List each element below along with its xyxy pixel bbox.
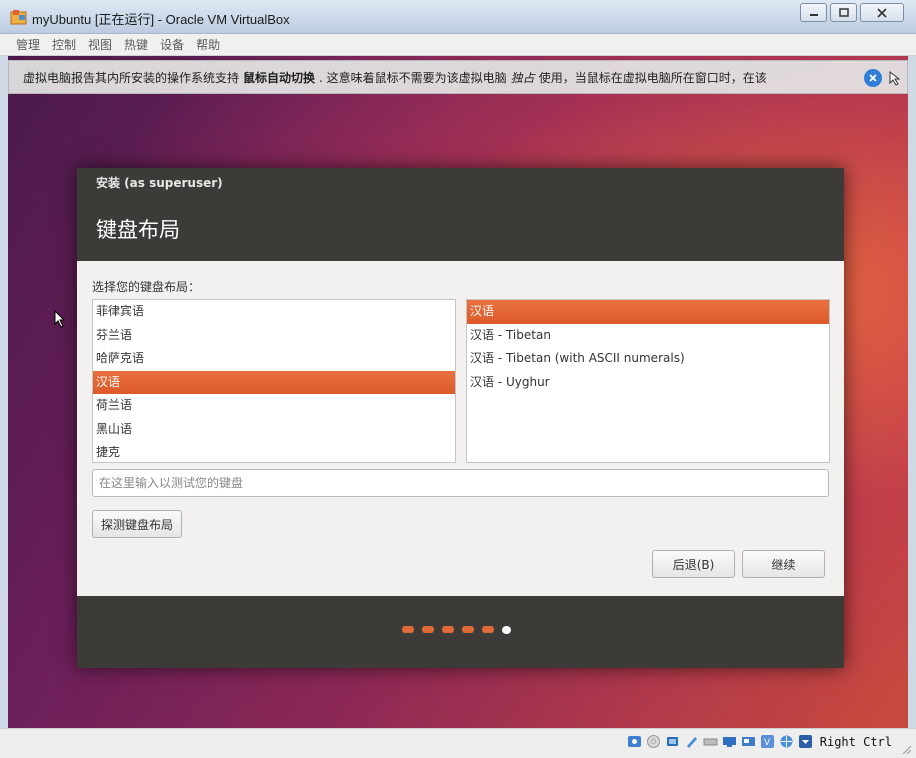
dialog-window-title: 安装 (as superuser) (96, 176, 223, 190)
maximize-icon (838, 8, 849, 17)
notification-text-before: 虚拟电脑报告其内所安装的操作系统支持 (23, 70, 240, 85)
status-bar: V Right Ctrl (0, 728, 916, 758)
window-titlebar[interactable]: myUbuntu [正在运行] - Oracle VM VirtualBox (0, 0, 916, 34)
window-title: myUbuntu [正在运行] - Oracle VM VirtualBox (32, 12, 290, 27)
audio-icon (666, 737, 678, 746)
host-key-label: Right Ctrl (819, 734, 892, 749)
detect-keyboard-layout-button[interactable]: 探测键盘布局 (92, 510, 182, 538)
choose-layout-label: 选择您的键盘布局： (92, 280, 201, 294)
variant-item[interactable]: 汉语 - Tibetan (with ASCII numerals) (467, 347, 829, 371)
mouse-integration-notification: 虚拟电脑报告其内所安装的操作系统支持 鼠标自动切换 . 这意味着鼠标不需要为该虚… (8, 60, 908, 94)
variant-item[interactable]: 汉语 (467, 300, 829, 324)
page-title: 键盘布局 (96, 218, 180, 242)
network-status-icon[interactable] (683, 733, 700, 750)
layout-item[interactable]: 荷兰语 (93, 394, 455, 418)
maximize-button[interactable] (830, 3, 857, 22)
notification-close-button[interactable] (864, 69, 882, 87)
optical-disc-icon (646, 735, 660, 748)
menu-item-view[interactable]: 视图 (86, 36, 114, 53)
layout-item[interactable]: 汉语 (93, 370, 455, 394)
layout-item[interactable]: 捷克 (93, 441, 455, 462)
progress-dot-completed (462, 626, 474, 633)
mouse-pointer-icon (889, 70, 900, 86)
layout-item[interactable]: 哈萨克语 (93, 347, 455, 371)
recording-status-icon[interactable]: V (759, 733, 776, 750)
optical-drive-status-icon[interactable] (645, 733, 662, 750)
network-icon (686, 737, 697, 748)
arrow-down-icon (798, 735, 812, 748)
virtualbox-app-icon (10, 10, 27, 25)
hard-disk-status-icon[interactable] (626, 733, 643, 750)
menu-item-control[interactable]: 控制 (50, 36, 78, 53)
usb-icon (703, 738, 718, 746)
progress-dot-current (502, 626, 511, 634)
keyboard-layout-list[interactable]: 菲律宾语 芬兰语 哈萨克语 汉语 荷兰语 黑山语 捷克 (92, 299, 456, 463)
installer-progress-dots (402, 626, 511, 634)
installer-dialog: 安装 (as superuser) 键盘布局 选择您的键盘布局： 菲律宾语 芬兰… (77, 168, 844, 668)
progress-dot-completed (482, 626, 494, 633)
globe-icon (780, 735, 793, 748)
guest-screen[interactable]: 虚拟电脑报告其内所安装的操作系统支持 鼠标自动切换 . 这意味着鼠标不需要为该虚… (8, 56, 908, 728)
resize-grip-icon[interactable] (902, 745, 912, 755)
shared-folders-status-icon[interactable] (721, 733, 738, 750)
close-button[interactable] (860, 3, 904, 22)
variant-item[interactable]: 汉语 - Tibetan (467, 324, 829, 348)
layout-item[interactable]: 芬兰语 (93, 324, 455, 348)
layout-item[interactable]: 黑山语 (93, 418, 455, 442)
continue-button[interactable]: 继续 (742, 550, 825, 578)
dialog-header: 安装 (as superuser) 键盘布局 (77, 168, 844, 261)
variant-item[interactable]: 汉语 - Uyghur (467, 371, 829, 395)
dialog-footer (77, 596, 844, 668)
mouse-integration-icon (886, 69, 903, 86)
hard-disk-icon (627, 736, 641, 747)
mouse-cursor-icon (54, 310, 66, 328)
minimize-button[interactable] (800, 3, 827, 22)
display-status-icon[interactable] (740, 733, 757, 750)
notification-emphasis-text: 独占 (510, 70, 535, 85)
keyboard-variant-list[interactable]: 汉语 汉语 - Tibetan 汉语 - Tibetan (with ASCII… (466, 299, 830, 463)
menu-bar: 管理 控制 视图 热键 设备 帮助 (0, 34, 916, 56)
menu-item-manage[interactable]: 管理 (14, 36, 42, 53)
menu-item-devices[interactable]: 设备 (158, 36, 186, 53)
notification-text-after: 使用，当鼠标在虚拟电脑所在窗口时，在该 (538, 70, 767, 85)
svg-text:V: V (764, 738, 771, 748)
shared-folder-icon (722, 737, 736, 747)
minimize-icon (809, 13, 818, 16)
close-icon (869, 74, 877, 82)
progress-dot-completed (422, 626, 434, 633)
usb-status-icon[interactable] (702, 733, 719, 750)
menu-item-help[interactable]: 帮助 (194, 36, 222, 53)
guest-additions-status-icon[interactable] (778, 733, 795, 750)
progress-dot-completed (442, 626, 454, 633)
virtualization-icon: V (760, 735, 774, 748)
host-key-status-icon[interactable] (797, 733, 814, 750)
progress-dot-completed (402, 626, 414, 633)
close-icon (877, 7, 887, 18)
layout-item[interactable]: 菲律宾语 (93, 300, 455, 324)
back-button[interactable]: 后退(B) (652, 550, 735, 578)
audio-status-icon[interactable] (664, 733, 681, 750)
notification-bold-text: 鼠标自动切换 (243, 70, 316, 85)
display-icon (741, 737, 755, 746)
keyboard-test-input[interactable] (92, 469, 829, 497)
notification-text-middle: . 这意味着鼠标不需要为该虚拟电脑 (319, 70, 507, 85)
menu-item-hotkeys[interactable]: 热键 (122, 36, 150, 53)
